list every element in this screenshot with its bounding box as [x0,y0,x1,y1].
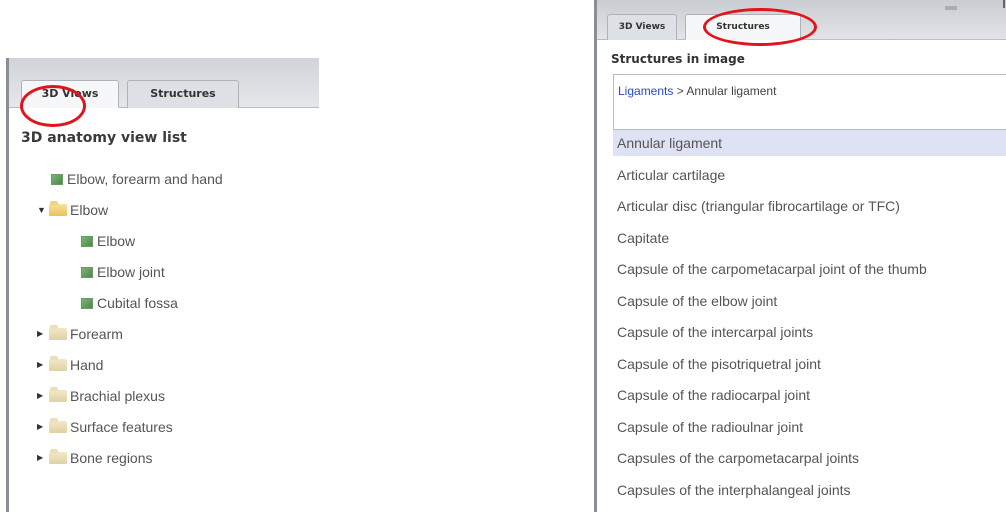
tree-item-label: Elbow [70,202,109,218]
structure-list-item[interactable]: Articular cartilage [613,162,1006,188]
structure-list-item[interactable]: Capsules of the carpometacarpal joints [613,445,1006,471]
view-list-title: 3D anatomy view list [21,130,187,146]
tree-item-label: Elbow joint [97,264,165,280]
tree-item-label: Hand [70,357,104,373]
collapsed-arrow-icon[interactable]: ▶ [37,323,49,345]
tree-item-label: Bone regions [70,450,153,466]
structures-title: Structures in image [611,52,745,66]
folder-open-icon [49,201,67,216]
structure-path: Ligaments > Annular ligament [618,84,776,98]
tree-item-label: Cubital fossa [97,295,178,311]
collapsed-arrow-icon[interactable]: ▶ [37,416,49,438]
expanded-arrow-icon[interactable]: ▼ [37,199,49,221]
folder-icon [49,449,67,464]
structure-list-item[interactable]: Capitate [613,225,1006,251]
structure-list-item[interactable]: Capsule of the elbow joint [613,288,1006,314]
tree-item-label: Forearm [70,326,123,342]
structure-list-item[interactable]: Capsule of the radiocarpal joint [613,382,1006,408]
tree-item[interactable]: ▶ Brachial plexus [37,385,165,407]
tree-item[interactable]: ▶ Bone regions [37,447,153,469]
tree-item[interactable]: Cubital fossa [81,292,178,314]
tree-item[interactable]: ▶ Hand [37,354,103,376]
tab-3d-views[interactable]: 3D Views [607,14,677,40]
view-icon [51,173,63,185]
collapsed-arrow-icon[interactable]: ▶ [37,385,49,407]
tree-item[interactable]: Elbow, forearm and hand [51,168,223,190]
structure-list-item[interactable]: Annular ligament [613,130,1006,156]
right-panel: 3D Views Structures Structures in image … [594,0,1006,512]
tab-structures[interactable]: Structures [127,80,239,108]
collapsed-arrow-icon[interactable]: ▶ [37,354,49,376]
view-tree: Elbow, forearm and hand ▼ Elbow Elbow Elbow … [9,162,319,512]
selected-structure-name: Annular ligament [686,84,777,98]
tree-item[interactable]: ▶ Forearm [37,323,123,345]
view-icon [81,297,93,309]
structure-list-item[interactable]: Articular disc (triangular fibrocartilag… [613,193,1006,219]
view-icon [81,266,93,278]
tree-item-label: Surface features [70,419,173,435]
structure-info-box: Ligaments > Annular ligament [613,74,1006,130]
folder-icon [49,356,67,371]
structure-list-item[interactable]: Capsule of the radioulnar joint [613,414,1006,440]
folder-icon [49,418,67,433]
tree-item[interactable]: ▶ Surface features [37,416,173,438]
tree-item-label: Elbow [97,233,136,249]
minimize-icon[interactable] [945,6,957,10]
structure-list-item[interactable]: Capsule of the intercarpal joints [613,319,1006,345]
tree-item[interactable]: Elbow [81,230,135,252]
view-icon [81,235,93,247]
tree-item[interactable]: ▼ Elbow [37,199,108,221]
tree-item-label: Elbow, forearm and hand [67,171,223,187]
panel-edge-icon [1003,0,1005,8]
left-panel: 3D Views Structures 3D anatomy view list… [6,58,319,512]
tree-item[interactable]: Elbow joint [81,261,165,283]
highlight-oval [703,8,817,46]
structure-list-item[interactable]: Capsule of the carpometacarpal joint of … [613,256,1006,282]
structure-list: Annular ligament Articular cartilage Artic… [613,130,1006,512]
highlight-oval [20,85,86,127]
folder-icon [49,387,67,402]
path-separator: > [673,84,687,98]
folder-icon [49,325,67,340]
collapsed-arrow-icon[interactable]: ▶ [37,447,49,469]
structure-list-item[interactable]: Capsule of the pisotriquetral joint [613,351,1006,377]
tree-item-label: Brachial plexus [70,388,165,404]
category-link[interactable]: Ligaments [618,84,673,98]
structure-list-item[interactable]: Capsules of the interphalangeal joints [613,477,1006,503]
